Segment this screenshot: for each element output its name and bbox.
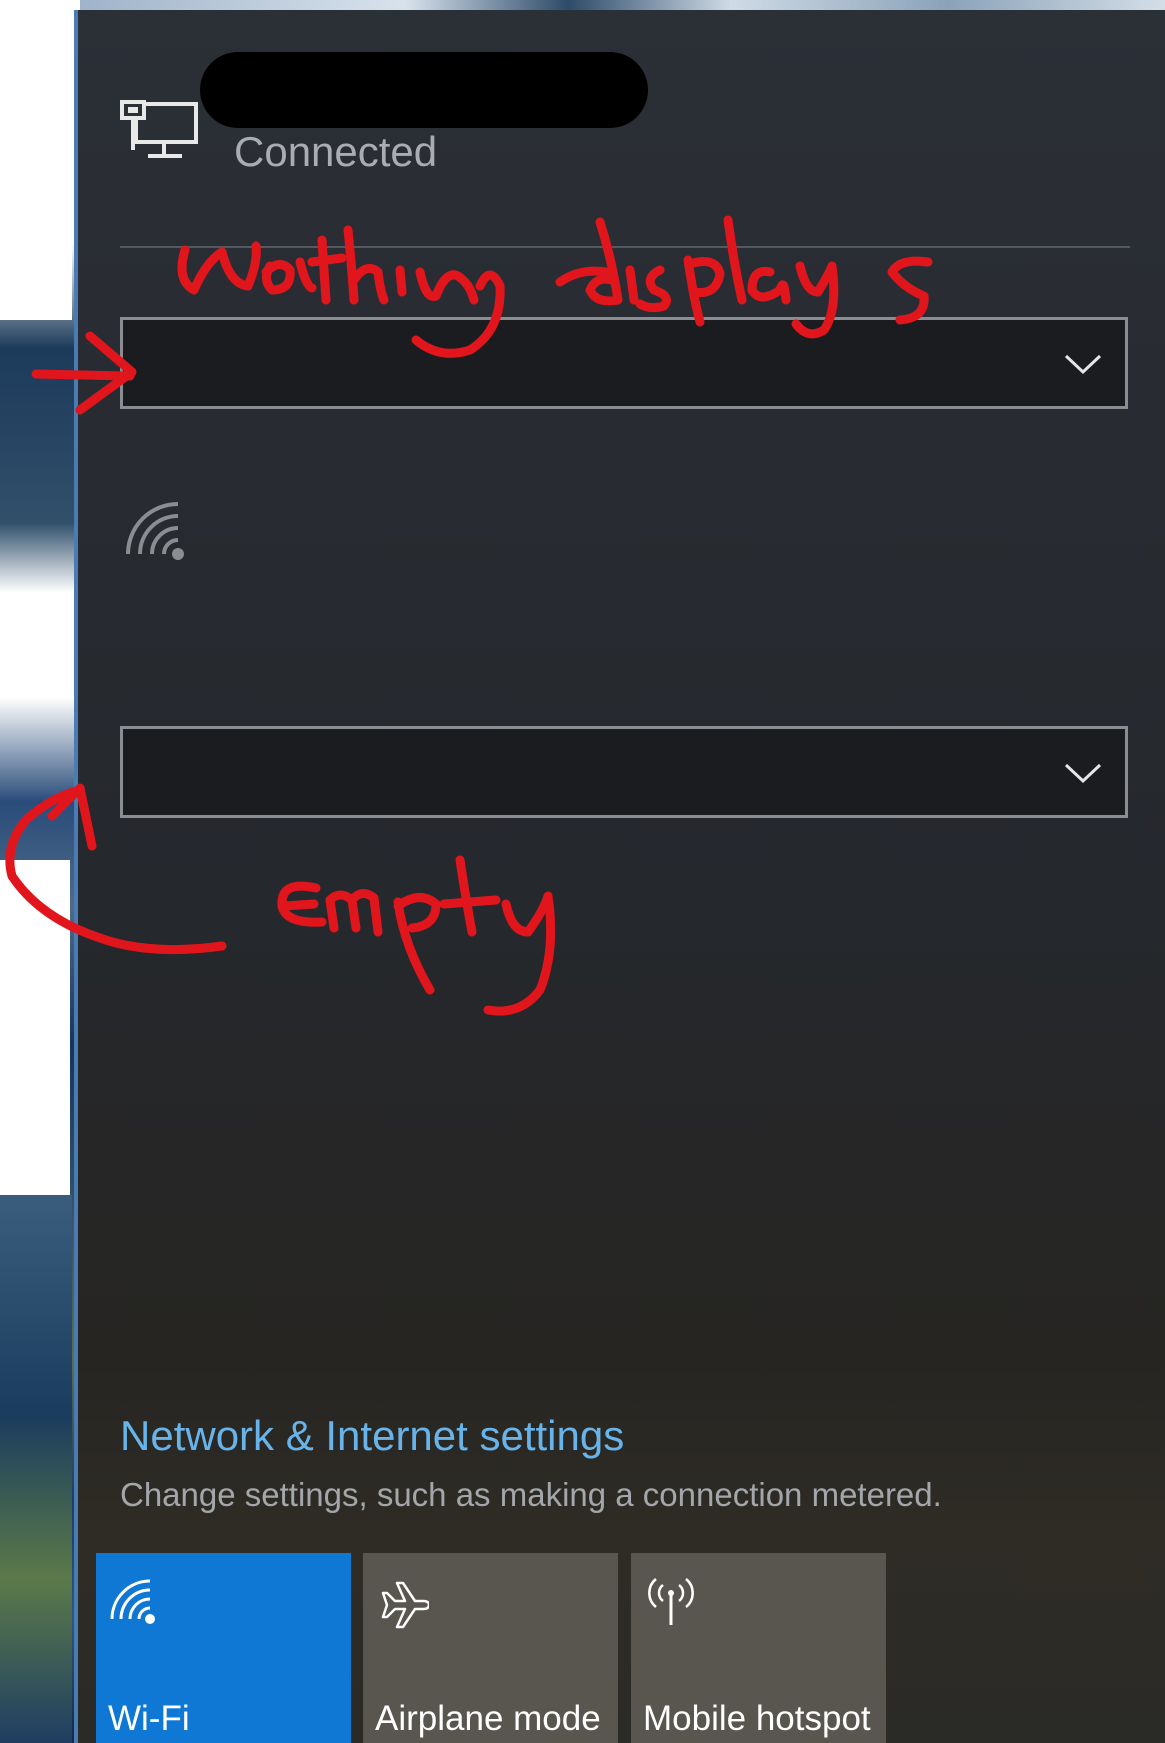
airplane-tile-label: Airplane mode: [375, 1699, 601, 1738]
wifi-icon: [110, 1579, 155, 1624]
desktop-wallpaper: [0, 0, 80, 1743]
network-settings-description: Change settings, such as making a connec…: [120, 1476, 942, 1513]
network-settings-link[interactable]: Network & Internet settings: [120, 1406, 624, 1466]
airplane-icon: [381, 1581, 429, 1629]
hotspot-tile-label: Mobile hotspot: [643, 1699, 871, 1738]
wifi-icon: [126, 502, 184, 560]
divider: [120, 246, 1130, 248]
connection-status: Connected: [234, 128, 438, 175]
hotspot-icon: [648, 1578, 694, 1625]
wifi-tile-label: Wi-Fi: [108, 1699, 190, 1738]
chevron-down-icon: [1064, 354, 1102, 375]
chevron-down-icon: [1064, 763, 1102, 784]
network-name: [200, 52, 648, 128]
network-dropdown-2[interactable]: [120, 726, 1128, 818]
wifi-toggle-tile[interactable]: Wi-Fi: [96, 1553, 351, 1743]
mobile-hotspot-tile[interactable]: Mobile hotspot: [631, 1553, 886, 1743]
network-dropdown-1[interactable]: [120, 317, 1128, 409]
ethernet-icon: [120, 100, 198, 158]
airplane-mode-tile[interactable]: Airplane mode: [363, 1553, 618, 1743]
